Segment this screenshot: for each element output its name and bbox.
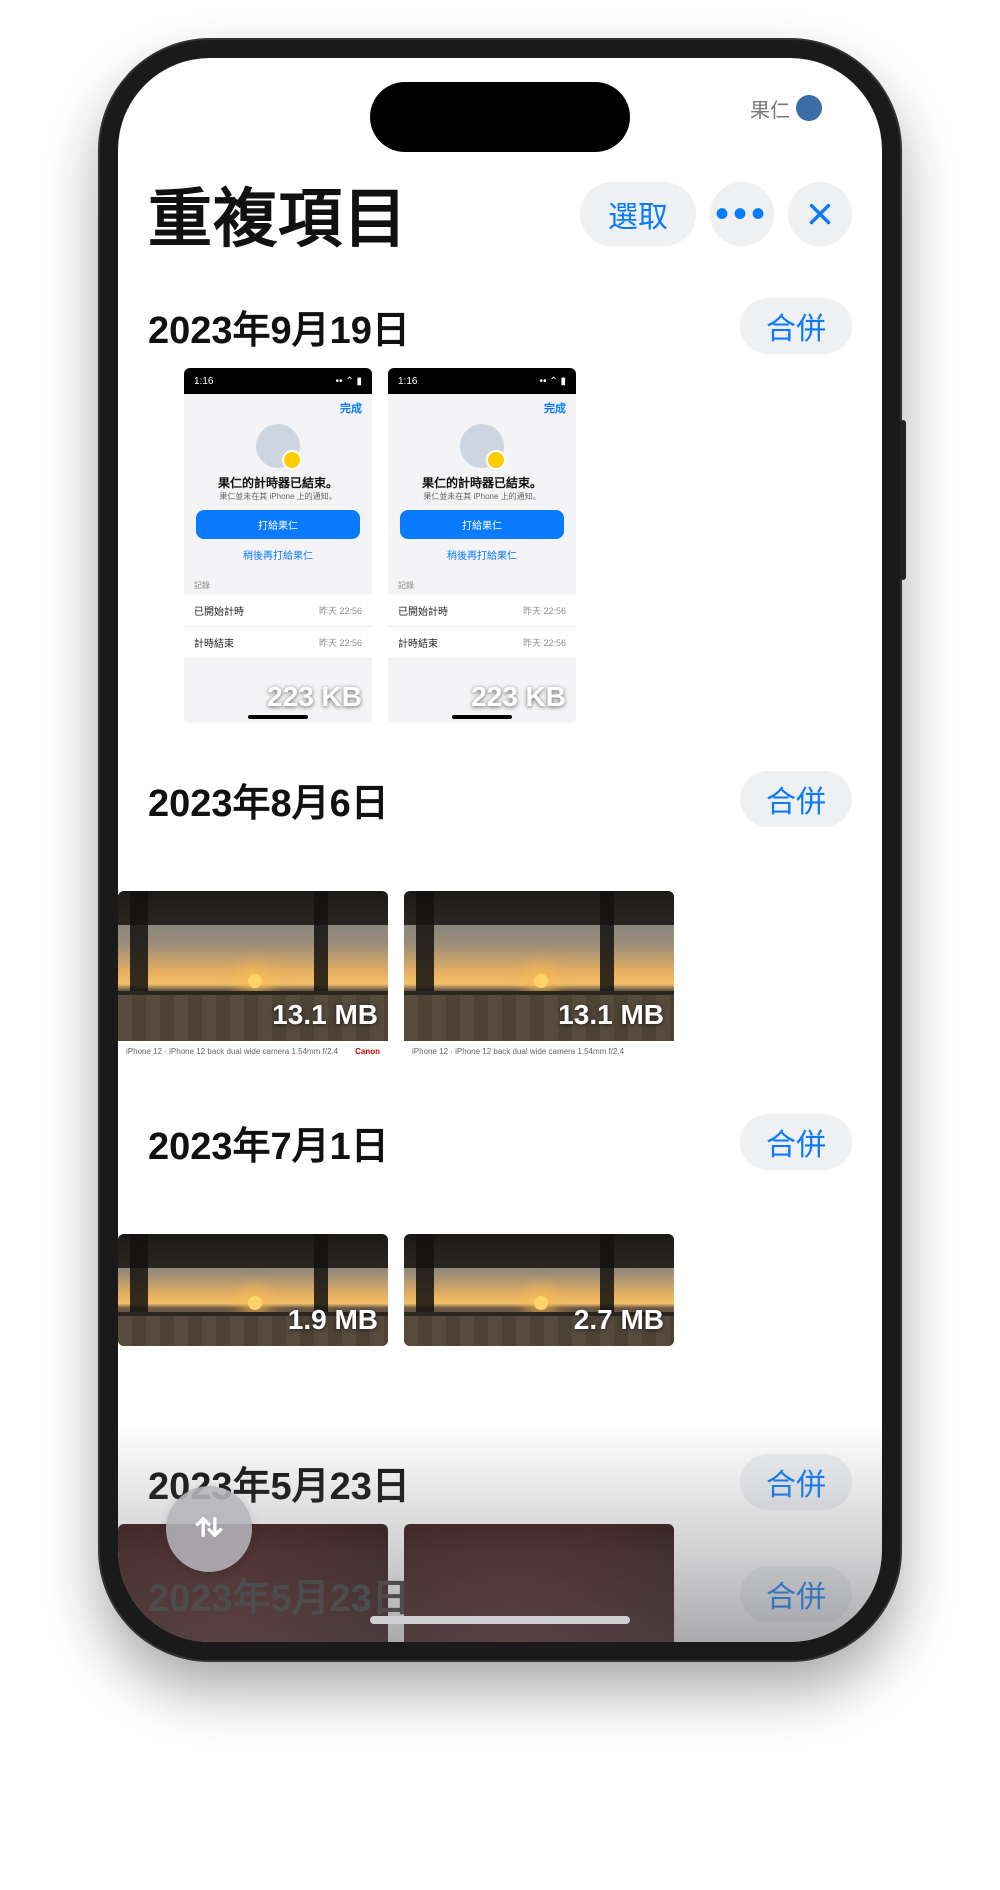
select-button[interactable]: 選取 bbox=[580, 182, 696, 246]
duplicate-group: 2023年8月6日 合併 13.1 MB iPhone 12 bbox=[118, 771, 882, 1096]
merge-button-label: 合併 bbox=[766, 1460, 826, 1504]
group-date: 2023年9月19日 bbox=[148, 299, 740, 354]
duplicate-group-peek: 2023年5月23日 合併 bbox=[148, 1566, 852, 1622]
photo-thumbnail[interactable]: 1:16•• ⌃ ▮ 完成 果仁的計時器已結束。 果仁並未在其 iPhone 上… bbox=[388, 368, 576, 723]
merge-button[interactable]: 合併 bbox=[740, 1114, 852, 1170]
avatar-icon bbox=[460, 424, 504, 468]
avatar-icon bbox=[796, 95, 822, 121]
duplicate-group: 2023年7月1日 合併 1.9 MB 2.7 MB bbox=[118, 1114, 882, 1376]
duplicate-group: 2023年9月19日 合併 1:16•• ⌃ ▮ 完成 果仁的計時器已結束。 果… bbox=[118, 298, 882, 753]
content: 重複項目 選取 ••• 2023年9月19日 合併 bbox=[118, 58, 882, 1642]
photo-thumbnail[interactable]: 1.9 MB bbox=[118, 1234, 388, 1346]
device-frame: 果仁 重複項目 選取 ••• bbox=[100, 40, 900, 1660]
sort-arrows-icon bbox=[189, 1507, 229, 1552]
merge-button[interactable]: 合併 bbox=[740, 1566, 852, 1622]
select-button-label: 選取 bbox=[608, 192, 668, 236]
file-size: 13.1 MB bbox=[272, 999, 378, 1031]
file-size: 13.1 MB bbox=[558, 999, 664, 1031]
page-title: 重複項目 bbox=[148, 168, 566, 260]
photo-thumbnail[interactable]: 13.1 MB iPhone 12 · iPhone 12 back dual … bbox=[404, 891, 674, 1066]
merge-button-label: 合併 bbox=[766, 304, 826, 348]
close-icon bbox=[803, 197, 837, 231]
file-size: 2.7 MB bbox=[574, 1304, 664, 1336]
avatar-icon bbox=[256, 424, 300, 468]
dynamic-island bbox=[370, 82, 630, 152]
group-date: 2023年7月1日 bbox=[148, 1115, 740, 1170]
merge-button[interactable]: 合併 bbox=[740, 298, 852, 354]
account-indicator[interactable]: 果仁 bbox=[750, 94, 822, 123]
home-indicator bbox=[370, 1616, 630, 1624]
photo-thumbnail[interactable]: 2.7 MB bbox=[404, 1234, 674, 1346]
photo-metadata: iPhone 12 · iPhone 12 back dual wide cam… bbox=[404, 1041, 674, 1066]
merge-button-label: 合併 bbox=[766, 1120, 826, 1164]
group-date: 2023年5月23日 bbox=[148, 1567, 410, 1622]
account-label: 果仁 bbox=[750, 94, 790, 123]
photo-thumbnail[interactable]: 1:16•• ⌃ ▮ 完成 果仁的計時器已結束。 果仁並未在其 iPhone 上… bbox=[184, 368, 372, 723]
file-size: 223 KB bbox=[267, 681, 362, 713]
screen: 果仁 重複項目 選取 ••• bbox=[118, 58, 882, 1642]
merge-button[interactable]: 合併 bbox=[740, 1454, 852, 1510]
file-size: 223 KB bbox=[471, 681, 566, 713]
merge-button[interactable]: 合併 bbox=[740, 771, 852, 827]
photo-metadata: iPhone 12 · iPhone 12 back dual wide cam… bbox=[118, 1041, 388, 1066]
file-size: 1.9 MB bbox=[288, 1304, 378, 1336]
merge-button-label: 合併 bbox=[766, 777, 826, 821]
photo-thumbnail[interactable]: 13.1 MB iPhone 12 · iPhone 12 back dual … bbox=[118, 891, 388, 1066]
close-button[interactable] bbox=[788, 182, 852, 246]
sort-button[interactable] bbox=[166, 1486, 252, 1572]
header: 重複項目 選取 ••• bbox=[118, 158, 882, 280]
more-button[interactable]: ••• bbox=[710, 182, 774, 246]
merge-button-label: 合併 bbox=[766, 1572, 826, 1616]
group-date: 2023年8月6日 bbox=[148, 772, 740, 827]
